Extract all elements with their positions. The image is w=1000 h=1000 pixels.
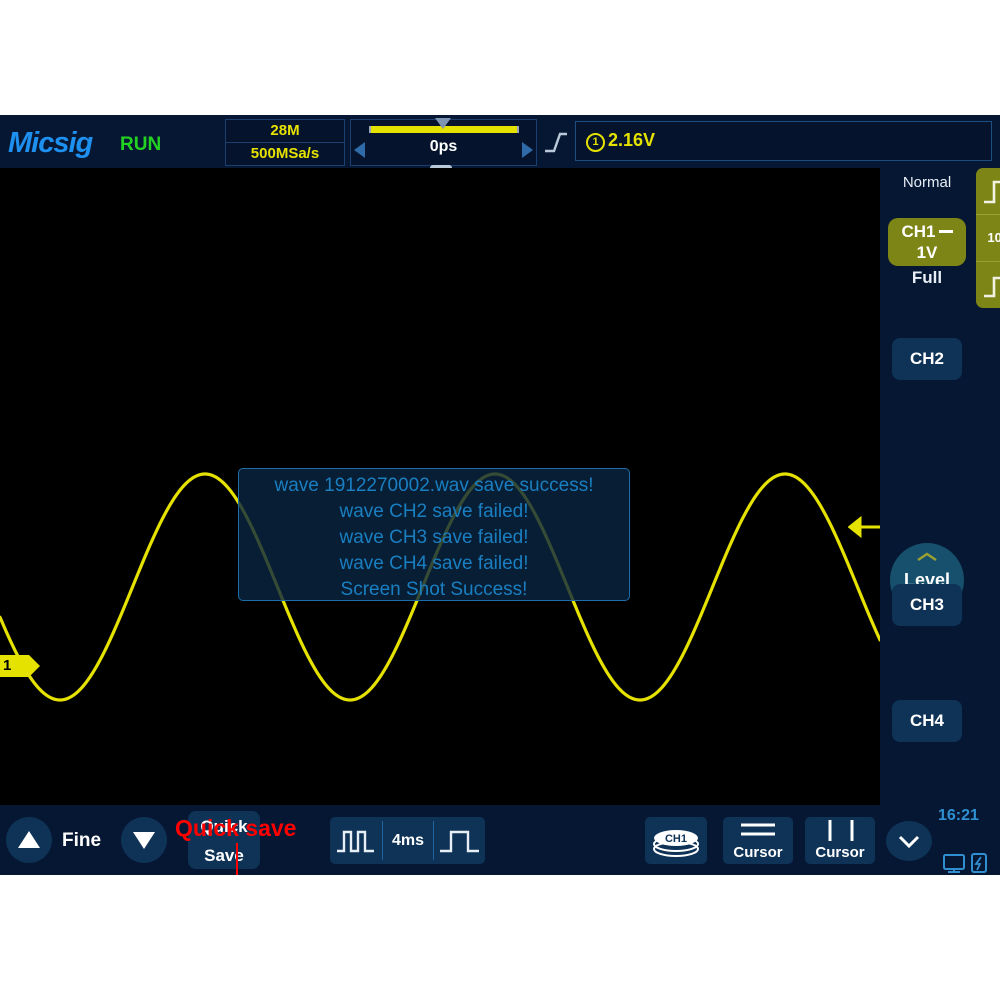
rising-edge-icon[interactable]	[543, 129, 569, 155]
pulse-up-icon	[984, 180, 1000, 204]
timebase-zoom-in-button[interactable]	[434, 817, 485, 864]
narrow-pulses-icon	[337, 830, 374, 853]
channel-sidebar: Normal CH1 1V Full 10X CH2	[880, 168, 1000, 805]
sample-rate-value: 500MSa/s	[250, 145, 320, 162]
message-line-4: wave CH4 save failed!	[339, 553, 529, 574]
triangle-down-icon	[133, 832, 155, 849]
monitor-icon	[943, 854, 965, 870]
increase-button[interactable]	[6, 817, 52, 863]
run-state-label: RUN	[120, 134, 162, 155]
timebase-group: 4ms	[330, 817, 485, 864]
memory-depth-value: 28M	[226, 120, 344, 143]
message-line-1: wave 1912270002.wav save success!	[274, 475, 594, 496]
fine-label: Fine	[62, 830, 102, 851]
channel-stack-icon: CH1	[653, 830, 699, 857]
oscilloscope-screen: Micsig RUN 28M 500MSa/s 0ps T 12.16V 1	[0, 115, 1000, 875]
expand-toolbar-button[interactable]	[886, 821, 932, 861]
message-line-2: wave CH2 save failed!	[339, 501, 529, 522]
ch1-label: CH1	[901, 222, 936, 241]
position-pointer-icon	[435, 118, 451, 129]
battery-icon	[971, 853, 987, 873]
vertical-cursor-label: Cursor	[815, 844, 865, 861]
chevron-up-icon	[917, 552, 937, 561]
ch3-label: CH3	[909, 595, 944, 614]
probe-attenuation-value: 10X	[987, 230, 1000, 245]
timebase-value[interactable]: 4ms	[383, 817, 433, 864]
chevron-down-icon	[898, 835, 920, 849]
ch1-ground-marker[interactable]: 1	[0, 655, 40, 677]
ch1-bandwidth-label: Full	[911, 268, 943, 287]
timebase-zoom-out-button[interactable]	[330, 817, 382, 864]
sidebar-item-ch4[interactable]: CH4	[892, 700, 962, 742]
trigger-level-text: 1 2.16V	[586, 130, 655, 152]
quick-save-line2: Save	[204, 846, 244, 865]
sidebar-item-ch2[interactable]: CH2	[892, 338, 962, 380]
brand-logo: Micsig	[8, 127, 93, 159]
annotation-label: Quick save	[175, 815, 297, 841]
horizontal-position-value: 0ps	[429, 138, 458, 155]
bottom-toolbar: Fine Quick Save 4ms CH1 Cursor Cursor 16…	[0, 805, 1000, 875]
trigger-level-display[interactable]: 1 2.16V	[575, 121, 992, 161]
probe-decrease-button[interactable]	[976, 262, 1000, 308]
trigger-level-arrow-icon[interactable]	[848, 516, 882, 538]
vertical-cursor-icon	[828, 820, 854, 841]
ch2-label: CH2	[909, 349, 944, 368]
top-status-bar: Micsig RUN 28M 500MSa/s 0ps T 12.16V	[0, 115, 1000, 190]
ch1-label-row: CH1	[888, 218, 966, 243]
status-message-box: wave 1912270002.wav save success! wave C…	[238, 468, 630, 601]
message-line-5: Screen Shot Success!	[340, 579, 528, 600]
decrease-button[interactable]	[121, 817, 167, 863]
channel-card-text: CH1	[665, 833, 687, 845]
ch4-label: CH4	[909, 711, 944, 730]
horizontal-cursor-icon	[741, 823, 775, 836]
message-line-3: wave CH3 save failed!	[339, 527, 529, 548]
wide-pulse-icon	[440, 830, 479, 853]
ch1-scale-value: 1V	[916, 243, 938, 262]
trigger-mode-label: Normal	[902, 174, 952, 191]
system-clock: 16:21	[938, 807, 979, 824]
annotation-pointer-line	[236, 843, 238, 875]
triangle-up-icon	[18, 831, 40, 848]
sidebar-item-ch1[interactable]: CH1 1V	[888, 218, 966, 266]
sidebar-item-ch3[interactable]: CH3	[892, 584, 962, 626]
acquisition-info[interactable]: 28M 500MSa/s	[225, 119, 345, 166]
probe-increase-button[interactable]	[976, 168, 1000, 214]
horizontal-position-control[interactable]: 0ps	[350, 118, 537, 166]
horizontal-cursor-label: Cursor	[733, 844, 783, 861]
system-icons	[942, 853, 992, 875]
dc-coupling-icon	[938, 230, 953, 233]
waveform-display[interactable]: 1 wave 1912270002.wav save success! wave…	[0, 168, 880, 805]
probe-attenuation-panel[interactable]: 10X	[976, 168, 1000, 308]
vertical-cursor-button[interactable]: Cursor	[805, 817, 875, 864]
trigger-level-value: 2.16V	[608, 130, 656, 150]
channel-select-button[interactable]: CH1	[645, 817, 707, 864]
trigger-source-number: 1	[586, 133, 605, 152]
pulse-down-icon	[984, 276, 1000, 298]
horizontal-cursor-button[interactable]: Cursor	[723, 817, 793, 864]
status-icons-group	[943, 853, 987, 873]
